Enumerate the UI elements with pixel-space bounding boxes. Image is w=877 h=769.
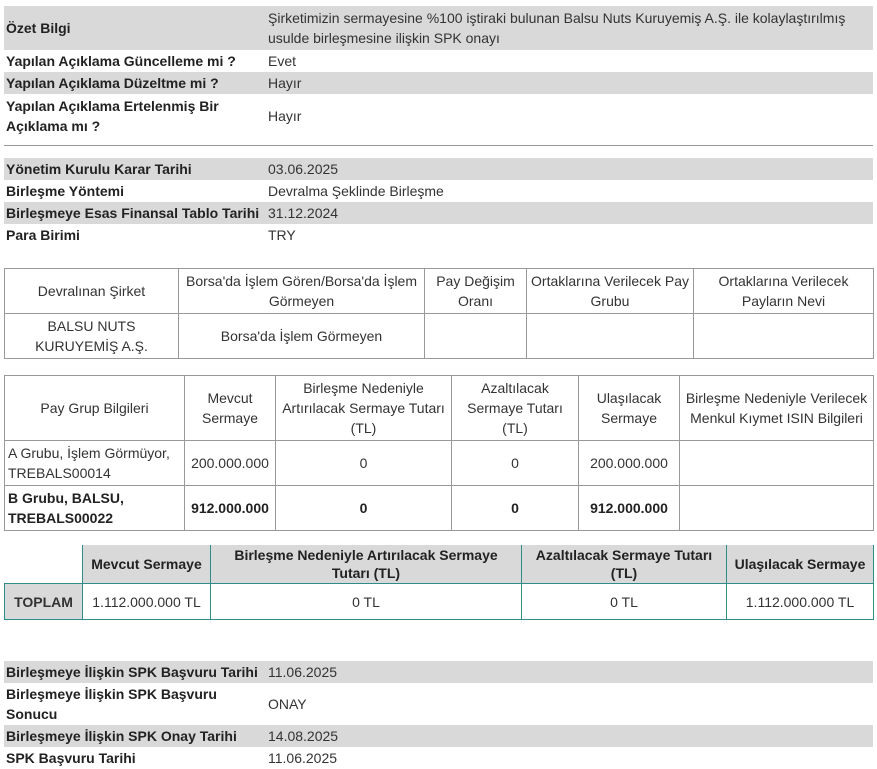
totals-decrease: 0 TL xyxy=(521,583,727,620)
acquired-data-row: BALSU NUTS KURUYEMİŞ A.Ş. Borsa'da İşlem… xyxy=(4,313,874,359)
totals-header-decrease: Azaltılacak Sermaye Tutarı (TL) xyxy=(521,545,727,584)
share-current-capital: 912.000.000 xyxy=(184,485,276,531)
share-decrease-amount: 0 xyxy=(451,485,579,531)
spk-application-date-value: 11.06.2025 xyxy=(266,661,873,683)
totals-row-label: TOPLAM xyxy=(4,583,83,620)
merger-method-label: Birleşme Yöntemi xyxy=(6,183,125,199)
header-share-group: Ortaklarına Verilecek Pay Grubu xyxy=(526,268,694,314)
totals-header-target: Ulaşılacak Sermaye xyxy=(726,545,874,584)
share-groups-header-row: Pay Grup Bilgileri Mevcut Sermaye Birleş… xyxy=(4,375,874,441)
summary-value: Şirketimizin sermayesine %100 iştiraki b… xyxy=(266,6,873,50)
totals-header-row: Mevcut Sermaye Birleşme Nedeniyle Artırı… xyxy=(4,545,874,584)
totals-header-current: Mevcut Sermaye xyxy=(82,545,211,584)
totals-table: Mevcut Sermaye Birleşme Nedeniyle Artırı… xyxy=(4,545,874,620)
acquired-exchange-ratio xyxy=(424,313,527,359)
table-row: B Grubu, BALSU, TREBALS00022 912.000.000… xyxy=(4,485,874,531)
summary-label: Özet Bilgi xyxy=(4,6,266,50)
share-target-capital: 200.000.000 xyxy=(578,440,680,486)
share-isin xyxy=(679,485,874,531)
totals-row: TOPLAM 1.112.000.000 TL 0 TL 0 TL 1.112.… xyxy=(4,583,874,620)
acquired-header-row: Devralınan Şirket Borsa'da İşlem Gören/B… xyxy=(4,268,874,314)
header-exchange-ratio: Pay Değişim Oranı xyxy=(424,268,527,314)
spk-approval-date-value: 14.08.2025 xyxy=(266,725,873,747)
share-current-capital: 200.000.000 xyxy=(184,440,276,486)
spk-date-label: SPK Başvuru Tarihi xyxy=(6,750,136,766)
share-groups-table: Pay Grup Bilgileri Mevcut Sermaye Birleş… xyxy=(4,375,874,531)
totals-header-increase: Birleşme Nedeniyle Artırılacak Sermaye T… xyxy=(210,545,522,584)
correction-row: Yapılan Açıklama Düzeltme mi ? Hayır xyxy=(4,72,873,94)
correction-value: Hayır xyxy=(266,72,873,94)
update-label: Yapılan Açıklama Güncelleme mi ? xyxy=(6,53,236,69)
share-increase-amount: 0 xyxy=(275,440,452,486)
share-group-name: B Grubu, BALSU, TREBALS00022 xyxy=(4,485,185,531)
acquired-company-name: BALSU NUTS KURUYEMİŞ A.Ş. xyxy=(4,313,179,359)
header-increase-amount: Birleşme Nedeniyle Artırılacak Sermaye T… xyxy=(275,375,452,441)
financial-table-date-label: Birleşmeye Esas Finansal Tablo Tarihi xyxy=(4,202,266,224)
totals-target: 1.112.000.000 TL xyxy=(726,583,874,620)
deferred-value: Hayır xyxy=(268,108,302,124)
currency-label: Para Birimi xyxy=(6,227,80,243)
spk-table: Birleşmeye İlişkin SPK Başvuru Tarihi 11… xyxy=(4,661,873,769)
header-current-capital: Mevcut Sermaye xyxy=(184,375,276,441)
share-target-capital: 912.000.000 xyxy=(578,485,680,531)
summary-row: Özet Bilgi Şirketimizin sermayesine %100… xyxy=(4,6,873,50)
details-table: Yönetim Kurulu Karar Tarihi 03.06.2025 B… xyxy=(4,158,873,246)
merger-method-value: Devralma Şeklinde Birleşme xyxy=(268,183,444,199)
spk-application-result-row: Birleşmeye İlişkin SPK Başvuru Sonucu ON… xyxy=(4,683,873,725)
spk-application-date-label: Birleşmeye İlişkin SPK Başvuru Tarihi xyxy=(4,661,266,683)
spk-approval-date-row: Birleşmeye İlişkin SPK Onay Tarihi 14.08… xyxy=(4,725,873,747)
acquired-share-group xyxy=(526,313,694,359)
currency-value: TRY xyxy=(268,227,296,243)
header-share-type: Ortaklarına Verilecek Payların Nevi xyxy=(693,268,874,314)
share-increase-amount: 0 xyxy=(275,485,452,531)
spk-application-result-value: ONAY xyxy=(268,696,307,712)
correction-label: Yapılan Açıklama Düzeltme mi ? xyxy=(4,72,266,94)
deferred-row: Yapılan Açıklama Ertelenmiş Bir Açıklama… xyxy=(4,94,873,138)
share-decrease-amount: 0 xyxy=(451,440,579,486)
spk-application-date-row: Birleşmeye İlişkin SPK Başvuru Tarihi 11… xyxy=(4,661,873,683)
merger-method-row: Birleşme Yöntemi Devralma Şeklinde Birle… xyxy=(4,180,873,202)
spk-date-value: 11.06.2025 xyxy=(268,750,338,766)
board-date-value: 03.06.2025 xyxy=(266,158,873,180)
header-target-capital: Ulaşılacak Sermaye xyxy=(578,375,680,441)
header-listing-status: Borsa'da İşlem Gören/Borsa'da İşlem Görm… xyxy=(178,268,425,314)
summary-table: Özet Bilgi Şirketimizin sermayesine %100… xyxy=(4,6,873,138)
totals-corner xyxy=(4,545,83,584)
financial-table-date-value: 31.12.2024 xyxy=(266,202,873,224)
deferred-label: Yapılan Açıklama Ertelenmiş Bir Açıklama… xyxy=(6,98,219,134)
divider xyxy=(4,145,873,146)
header-acquired-company: Devralınan Şirket xyxy=(4,268,179,314)
acquired-company-table: Devralınan Şirket Borsa'da İşlem Gören/B… xyxy=(4,268,874,359)
update-value: Evet xyxy=(268,53,297,69)
board-date-row: Yönetim Kurulu Karar Tarihi 03.06.2025 xyxy=(4,158,873,180)
spk-date-row: SPK Başvuru Tarihi 11.06.2025 xyxy=(4,747,873,769)
board-date-label: Yönetim Kurulu Karar Tarihi xyxy=(4,158,266,180)
financial-table-date-row: Birleşmeye Esas Finansal Tablo Tarihi 31… xyxy=(4,202,873,224)
share-isin xyxy=(679,440,874,486)
totals-current: 1.112.000.000 TL xyxy=(82,583,211,620)
update-row: Yapılan Açıklama Güncelleme mi ? Evet xyxy=(4,50,873,72)
totals-increase: 0 TL xyxy=(210,583,522,620)
spk-approval-date-label: Birleşmeye İlişkin SPK Onay Tarihi xyxy=(4,725,266,747)
header-isin-info: Birleşme Nedeniyle Verilecek Menkul Kıym… xyxy=(679,375,874,441)
header-decrease-amount: Azaltılacak Sermaye Tutarı (TL) xyxy=(451,375,579,441)
spk-application-result-label: Birleşmeye İlişkin SPK Başvuru Sonucu xyxy=(6,686,217,722)
table-row: A Grubu, İşlem Görmüyor, TREBALS00014 20… xyxy=(4,440,874,486)
header-share-group-info: Pay Grup Bilgileri xyxy=(4,375,185,441)
share-group-name: A Grubu, İşlem Görmüyor, TREBALS00014 xyxy=(4,440,185,486)
acquired-listing-status: Borsa'da İşlem Görmeyen xyxy=(178,313,425,359)
currency-row: Para Birimi TRY xyxy=(4,224,873,246)
acquired-share-type xyxy=(693,313,874,359)
